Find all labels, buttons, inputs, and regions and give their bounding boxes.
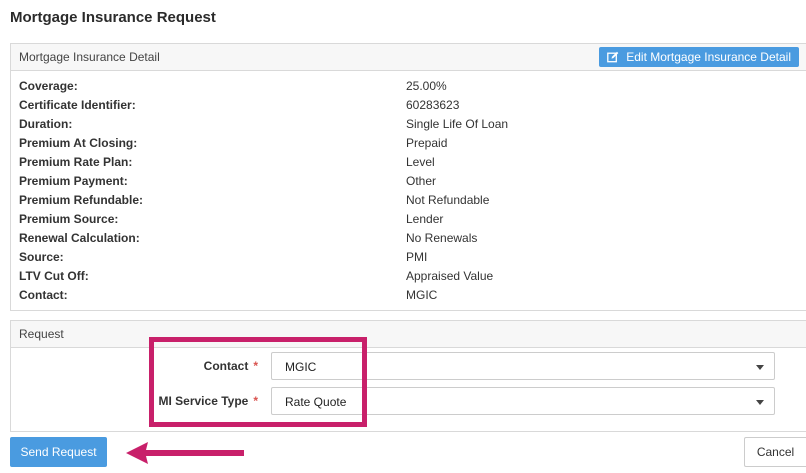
cancel-button[interactable]: Cancel: [744, 437, 806, 467]
contact-label: Contact *: [203, 359, 258, 373]
detail-row: Certificate Identifier: 60283623: [19, 96, 799, 115]
caret-down-icon: [756, 365, 764, 370]
detail-value: Appraised Value: [406, 269, 494, 283]
detail-row: Coverage: 25.00%: [19, 77, 799, 96]
arrow-left-icon: [126, 442, 244, 464]
request-panel-title: Request: [19, 327, 64, 341]
edit-square-icon: [607, 51, 619, 63]
detail-label: Duration:: [19, 117, 73, 131]
required-asterisk: *: [253, 359, 258, 373]
detail-list: Coverage: 25.00% Certificate Identifier: 60…: [19, 77, 799, 305]
contact-select[interactable]: MGIC: [271, 352, 775, 380]
detail-label: Coverage:: [19, 79, 78, 93]
edit-mortgage-insurance-detail-button[interactable]: Edit Mortgage Insurance Detail: [599, 47, 799, 67]
detail-value: MGIC: [406, 288, 438, 302]
caret-down-icon: [756, 400, 764, 405]
detail-value: No Renewals: [406, 231, 478, 245]
detail-label: Premium At Closing:: [19, 136, 138, 150]
detail-label: Contact:: [19, 288, 68, 302]
detail-value: PMI: [406, 250, 428, 264]
detail-row: Premium Refundable: Not Refundable: [19, 191, 799, 210]
service-type-selected-value: Rate Quote: [285, 395, 347, 409]
detail-row: Premium Payment: Other: [19, 172, 799, 191]
mi-service-type-select[interactable]: Rate Quote: [271, 387, 775, 415]
detail-row: Source: PMI: [19, 248, 799, 267]
detail-row: Contact: MGIC: [19, 286, 799, 305]
detail-value: 25.00%: [406, 79, 447, 93]
detail-label: Premium Rate Plan:: [19, 155, 133, 169]
detail-value: Lender: [406, 212, 444, 226]
detail-row: Renewal Calculation: No Renewals: [19, 229, 799, 248]
detail-panel-header: Mortgage Insurance Detail Edit Mortgage …: [11, 44, 806, 71]
mortgage-insurance-detail-panel: Mortgage Insurance Detail Edit Mortgage …: [10, 43, 806, 311]
detail-label: Renewal Calculation:: [19, 231, 140, 245]
detail-row: Premium At Closing: Prepaid: [19, 134, 799, 153]
detail-value: Single Life Of Loan: [406, 117, 509, 131]
detail-row: Premium Rate Plan: Level: [19, 153, 799, 172]
contact-selected-value: MGIC: [285, 360, 317, 374]
detail-panel-title: Mortgage Insurance Detail: [19, 50, 160, 64]
detail-value: Level: [406, 155, 435, 169]
detail-label: Premium Source:: [19, 212, 119, 226]
send-request-button[interactable]: Send Request: [10, 437, 107, 467]
detail-row: Duration: Single Life Of Loan: [19, 115, 799, 134]
detail-value: Prepaid: [406, 136, 448, 150]
detail-label: Source:: [19, 250, 64, 264]
detail-label: Certificate Identifier:: [19, 98, 136, 112]
detail-row: LTV Cut Off: Appraised Value: [19, 267, 799, 286]
contact-form-row: Contact * MGIC: [10, 352, 795, 380]
mi-service-type-label: MI Service Type *: [158, 394, 259, 408]
detail-label: Premium Refundable:: [19, 193, 144, 207]
detail-value: Other: [406, 174, 437, 188]
edit-button-label: Edit Mortgage Insurance Detail: [626, 50, 791, 64]
detail-value: 60283623: [406, 98, 460, 112]
page-title: Mortgage Insurance Request: [10, 9, 216, 26]
service-type-form-row: MI Service Type * Rate Quote: [10, 387, 795, 415]
detail-row: Premium Source: Lender: [19, 210, 799, 229]
detail-value: Not Refundable: [406, 193, 490, 207]
detail-label: Premium Payment:: [19, 174, 128, 188]
required-asterisk: *: [253, 394, 258, 408]
request-panel-header: Request: [11, 321, 806, 348]
detail-label: LTV Cut Off:: [19, 269, 89, 283]
